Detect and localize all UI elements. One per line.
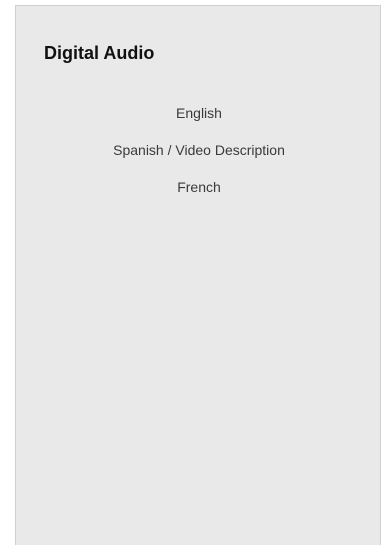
digital-audio-panel: Digital Audio English Spanish / Video De… (15, 5, 381, 545)
panel-title: Digital Audio (44, 43, 155, 63)
audio-option-english[interactable]: English (16, 102, 382, 139)
audio-option-spanish-video-description[interactable]: Spanish / Video Description (16, 139, 382, 176)
audio-options-list: English Spanish / Video Description Fren… (16, 102, 382, 213)
audio-option-french[interactable]: French (16, 176, 382, 213)
